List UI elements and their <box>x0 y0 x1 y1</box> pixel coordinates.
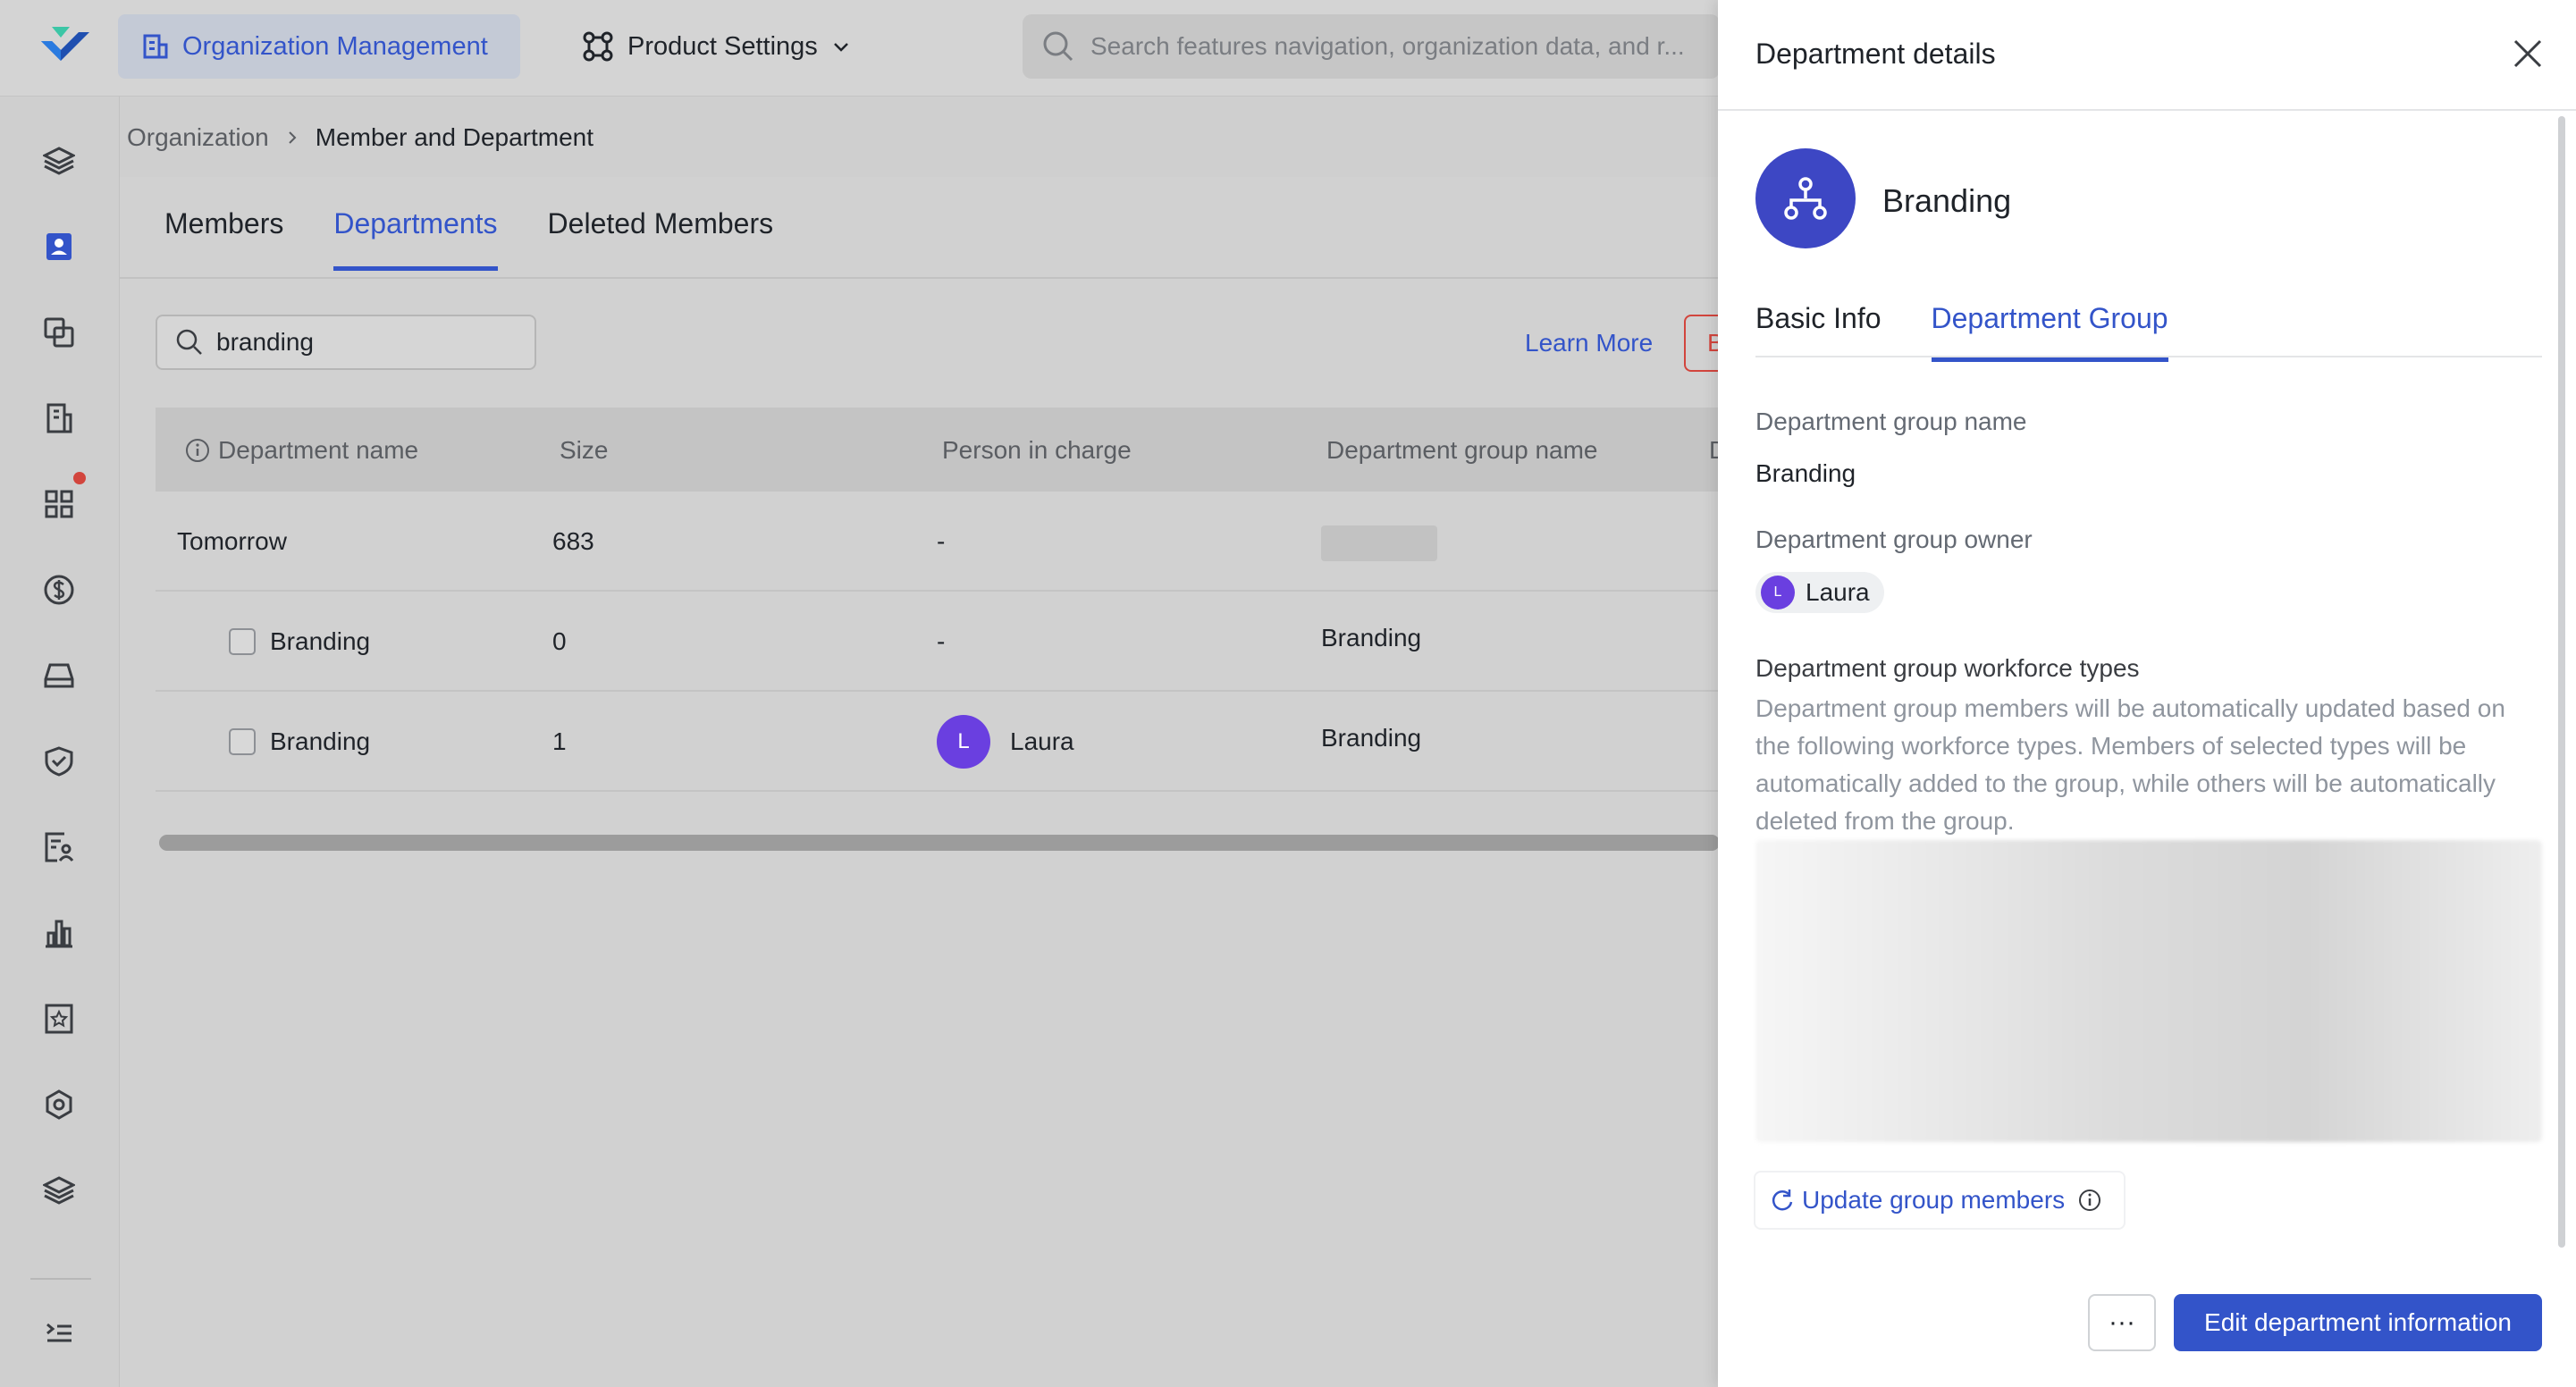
row-department-name: Branding <box>270 627 371 655</box>
tab-members[interactable]: Members <box>164 207 283 271</box>
form-icon[interactable] <box>41 829 77 865</box>
update-group-members-label: Update group members <box>1802 1186 2066 1214</box>
row-department-name: Branding <box>270 727 371 755</box>
table-row[interactable]: Branding 1 L Laura Branding <box>156 692 1895 792</box>
update-group-members-button[interactable]: Update group members <box>1755 1173 2125 1228</box>
breadcrumb-current: Member and Department <box>315 123 594 151</box>
tab-departments[interactable]: Departments <box>333 207 498 271</box>
department-search-input[interactable]: branding <box>156 315 536 370</box>
row-department-name-cell: Branding <box>229 727 370 756</box>
row-size: 1 <box>552 727 567 755</box>
rail-layers-icon[interactable] <box>41 97 77 132</box>
row-group-name: Branding <box>1321 624 1422 651</box>
row-department-name: Tomorrow <box>177 527 287 555</box>
product-settings-label: Product Settings <box>627 31 818 61</box>
department-name: Branding <box>1882 182 2012 219</box>
top-bar: Organization Management Product Settings… <box>0 0 1720 97</box>
star-box-icon[interactable] <box>41 1001 77 1037</box>
search-icon <box>176 329 202 355</box>
row-checkbox[interactable] <box>229 628 256 655</box>
chevron-down-icon <box>833 43 848 52</box>
row-size: 0 <box>552 627 567 655</box>
tab-deleted-members[interactable]: Deleted Members <box>548 207 774 271</box>
table-row[interactable]: Tomorrow 683 - <box>156 492 1895 592</box>
group-owner-label: Department group owner <box>1755 525 2033 553</box>
product-settings-dropdown[interactable]: Product Settings <box>583 14 850 79</box>
organization-management-button[interactable]: Organization Management <box>118 14 520 79</box>
more-actions-button[interactable]: ··· <box>2088 1294 2156 1351</box>
department-avatar <box>1755 148 1856 248</box>
edit-department-button[interactable]: Edit department information <box>2174 1294 2542 1351</box>
expand-icon[interactable] <box>41 1316 77 1351</box>
group-name-label: Department group name <box>1755 408 2027 435</box>
horizontal-scrollbar[interactable] <box>159 835 1720 851</box>
building-icon[interactable] <box>41 400 77 436</box>
info-icon[interactable] <box>2077 1188 2102 1213</box>
contacts-icon[interactable] <box>41 229 77 265</box>
table-row[interactable]: Branding 0 - Branding <box>156 592 1895 692</box>
tabs-divider <box>120 277 1720 279</box>
settings-hex-icon[interactable] <box>41 1087 77 1122</box>
chevron-right-icon <box>289 131 297 144</box>
row-size: 683 <box>552 527 594 555</box>
panel-tabs-divider <box>1755 356 2542 357</box>
app-logo-icon[interactable] <box>39 25 91 66</box>
bar-chart-icon[interactable] <box>41 915 77 951</box>
copy-icon[interactable] <box>41 315 77 350</box>
breadcrumb: Organization Member and Department <box>127 123 593 152</box>
row-department-name-cell: Branding <box>229 627 370 656</box>
workforce-types-label: Department group workforce types <box>1755 654 2140 682</box>
close-icon[interactable] <box>2510 36 2546 71</box>
breadcrumb-root[interactable]: Organization <box>127 123 269 152</box>
layers-icon[interactable] <box>41 143 77 179</box>
row-person-in-charge: - <box>937 627 946 655</box>
panel-tabs: Basic Info Department Group <box>1755 302 2218 362</box>
organization-management-label: Organization Management <box>182 31 488 61</box>
apps-icon[interactable] <box>41 486 77 522</box>
department-search-value: branding <box>216 328 314 356</box>
header-department-group-name: Department group name <box>1326 436 1598 464</box>
org-tree-icon <box>1784 177 1827 220</box>
row-checkbox[interactable] <box>229 728 256 755</box>
header-department-name: Department name <box>184 436 418 465</box>
group-owner-chip[interactable]: L Laura <box>1755 572 1884 613</box>
dollar-icon[interactable] <box>41 572 77 608</box>
notification-dot <box>73 472 86 484</box>
workforce-types-description: Department group members will be automat… <box>1755 694 2505 835</box>
avatar: L <box>937 715 990 769</box>
nodes-icon <box>583 31 613 62</box>
header-person-in-charge: Person in charge <box>942 436 1132 464</box>
person-name[interactable]: Laura <box>1010 727 1074 756</box>
header-department-name-label: Department name <box>218 436 419 464</box>
group-name-value: Branding <box>1755 459 1856 487</box>
redacted-workforce-types <box>1755 840 2542 1142</box>
drive-icon[interactable] <box>41 658 77 694</box>
search-icon <box>1043 31 1073 62</box>
global-search-placeholder: Search features navigation, organization… <box>1090 32 1685 60</box>
global-search-input[interactable]: Search features navigation, organization… <box>1023 14 1720 79</box>
layers-icon[interactable] <box>41 1173 77 1208</box>
main-tabs: Members Departments Deleted Members <box>164 207 823 271</box>
department-details-panel: Department details Branding Basic Info D… <box>1718 0 2576 1387</box>
rail-divider <box>30 1278 91 1280</box>
row-person-in-charge: - <box>937 527 946 555</box>
row-person-in-charge: L Laura <box>937 715 1074 769</box>
panel-title: Department details <box>1755 38 1996 70</box>
tab-department-group[interactable]: Department Group <box>1931 302 2168 362</box>
info-icon <box>186 439 209 462</box>
avatar: L <box>1761 576 1795 609</box>
row-group-name-redacted <box>1321 525 1437 561</box>
building-icon <box>143 34 168 59</box>
table-header: Department name Size Person in charge De… <box>156 408 1727 492</box>
group-owner-name: Laura <box>1806 578 1870 606</box>
learn-more-link[interactable]: Learn More <box>1525 329 1653 357</box>
shield-check-icon[interactable] <box>41 744 77 779</box>
panel-scrollbar[interactable] <box>2558 116 2565 1248</box>
redacted-block <box>1321 525 1437 561</box>
tab-basic-info[interactable]: Basic Info <box>1755 302 1881 362</box>
row-group-name: Branding <box>1321 724 1422 752</box>
header-size: Size <box>560 436 609 464</box>
panel-header: Department details <box>1718 0 2576 111</box>
refresh-icon <box>1772 1189 1793 1211</box>
